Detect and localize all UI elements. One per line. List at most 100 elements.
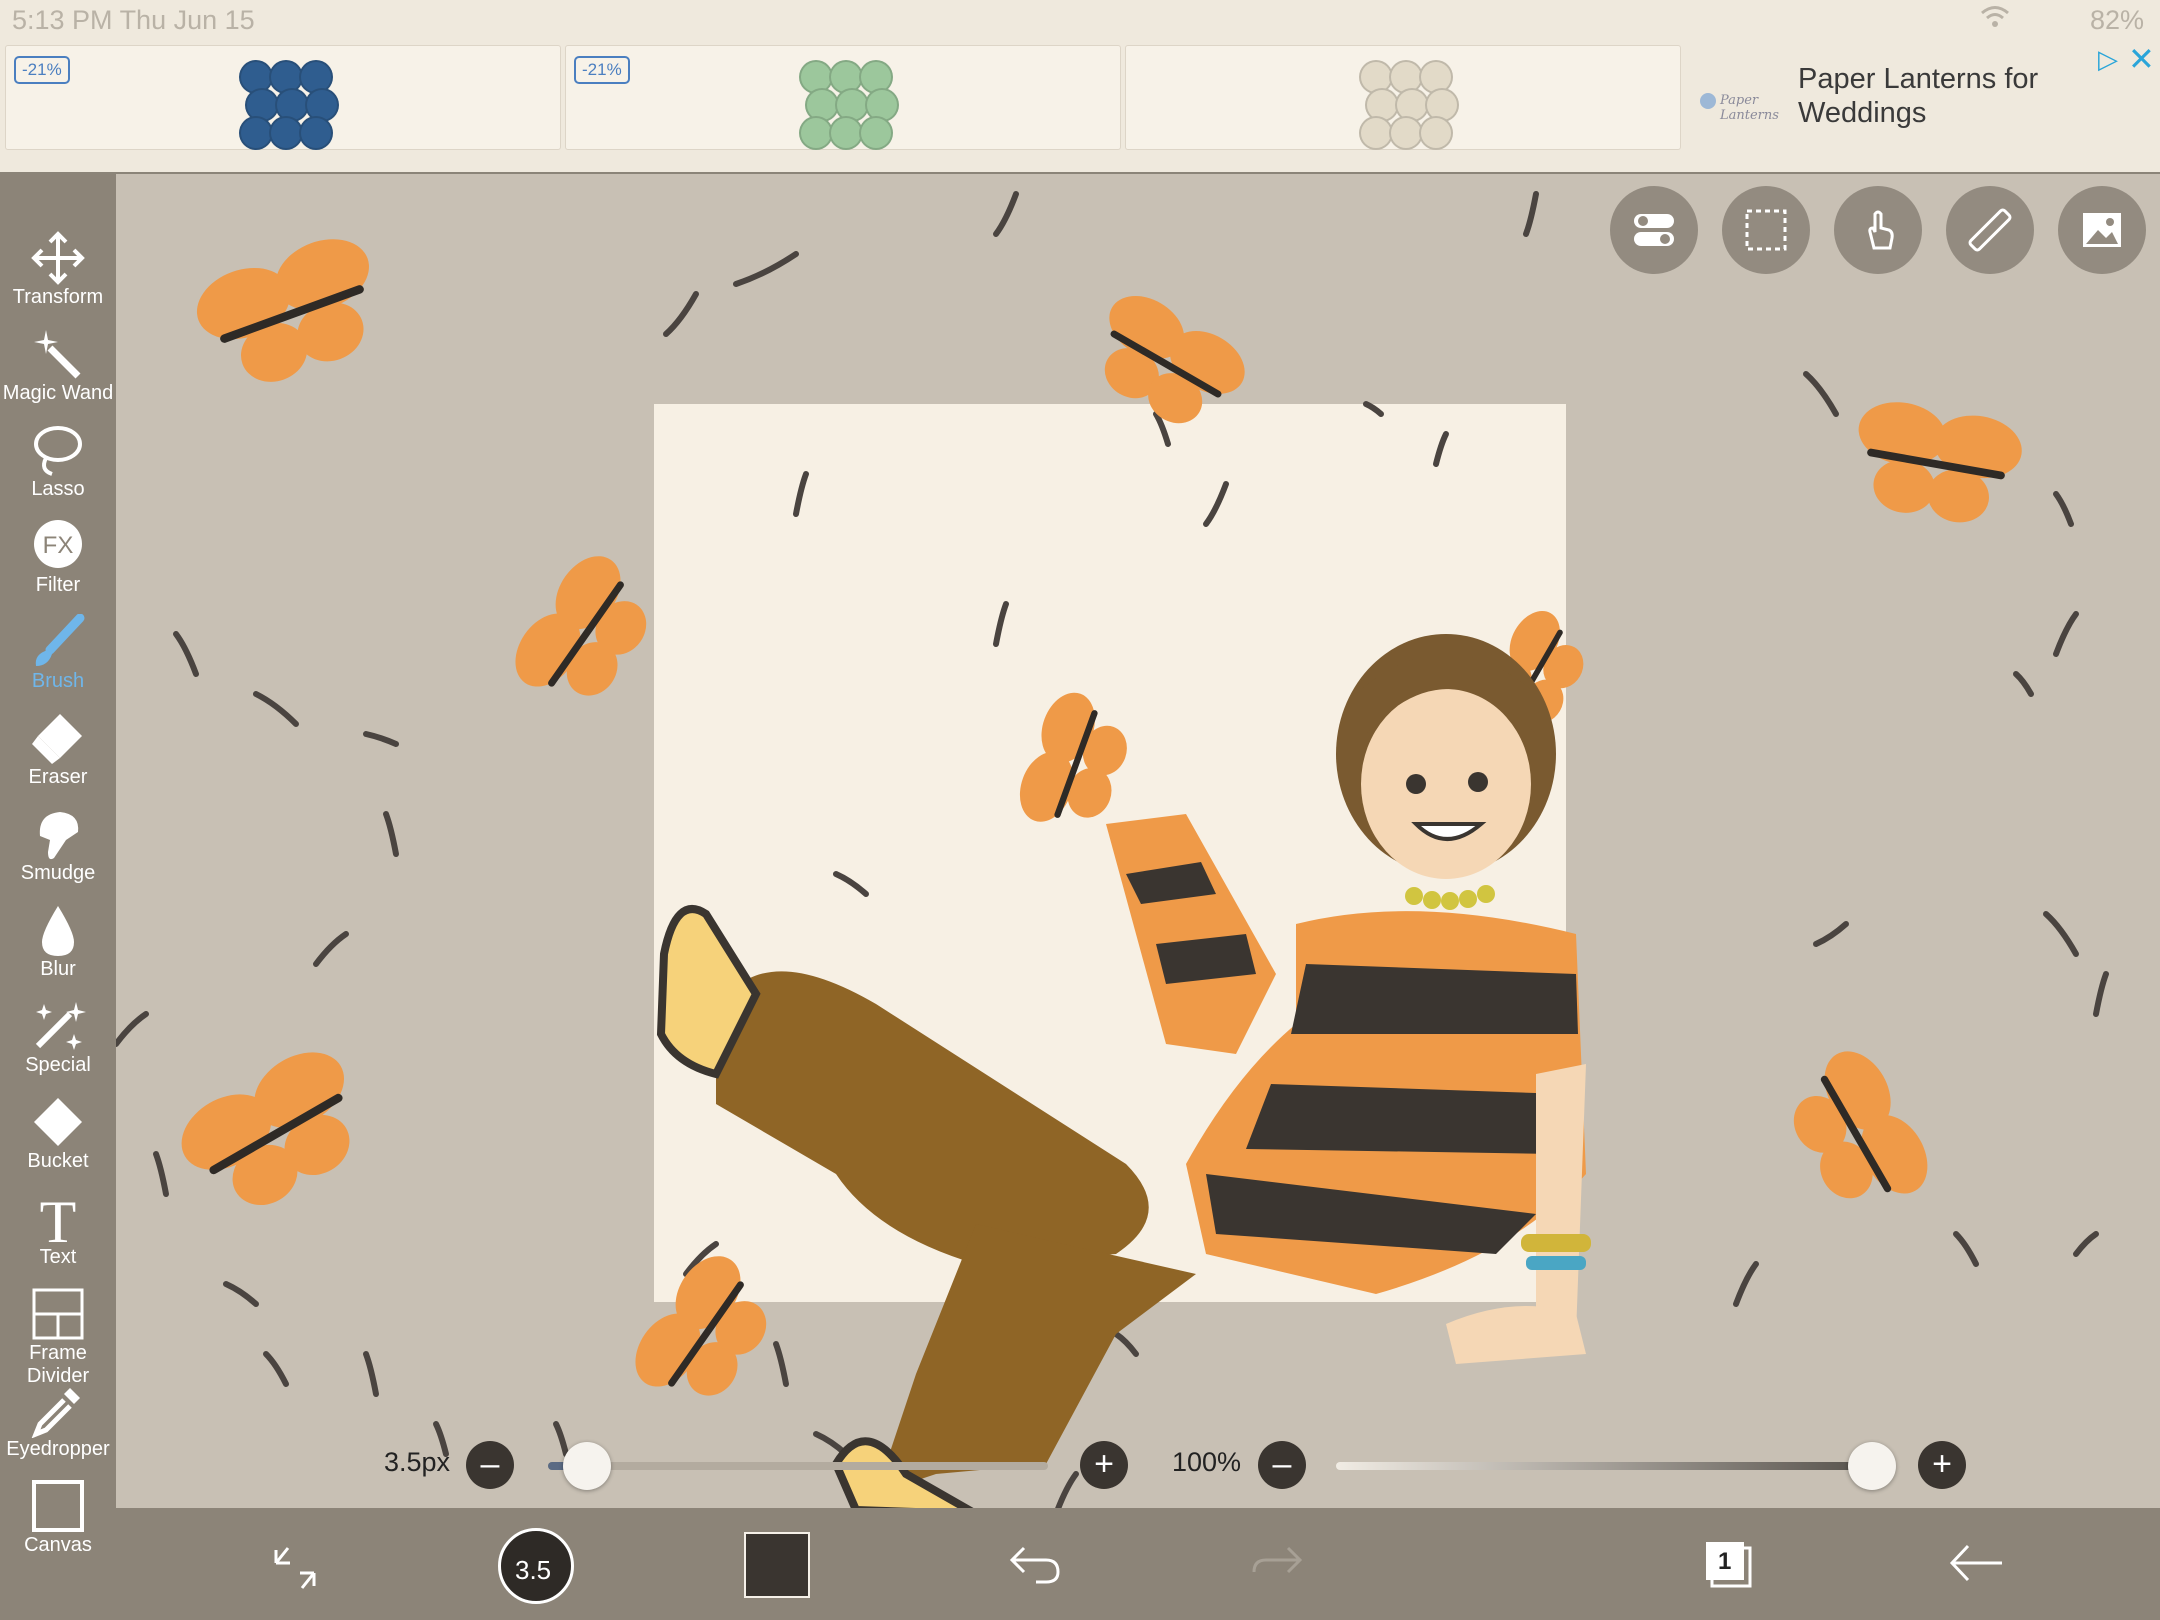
tool-label: Eraser bbox=[28, 766, 88, 788]
back-button[interactable] bbox=[1946, 1538, 2006, 1593]
opacity-decrease-button[interactable]: – bbox=[1258, 1441, 1306, 1489]
redo-icon bbox=[1252, 1546, 1303, 1574]
touch-gesture-button[interactable] bbox=[1834, 186, 1922, 274]
ad-product-tile[interactable] bbox=[1125, 45, 1681, 150]
fit-view-button[interactable] bbox=[266, 1538, 326, 1603]
tool-label: Brush bbox=[31, 670, 85, 692]
ad-product-tile[interactable]: -21% bbox=[5, 45, 561, 150]
redo-button[interactable] bbox=[1246, 1540, 1306, 1595]
tool-label: Canvas bbox=[24, 1534, 92, 1556]
tool-text[interactable]: T Text bbox=[0, 1190, 116, 1286]
discount-badge: -21% bbox=[574, 56, 630, 84]
tool-label: Special bbox=[25, 1054, 91, 1076]
lantern-icon bbox=[1389, 116, 1423, 150]
petal-stroke bbox=[363, 1351, 379, 1397]
tool-label: Blur bbox=[40, 958, 76, 980]
undo-button[interactable] bbox=[1006, 1540, 1066, 1595]
petal-stroke bbox=[733, 251, 799, 287]
svg-text:T: T bbox=[40, 1190, 77, 1246]
tool-label: Transform bbox=[12, 286, 104, 308]
ruler-icon bbox=[1968, 208, 2012, 252]
tool-magic-wand[interactable]: Magic Wand bbox=[0, 326, 116, 422]
magic-wand-icon bbox=[34, 330, 81, 379]
petal-stroke bbox=[223, 1281, 259, 1307]
lantern-icon bbox=[269, 116, 303, 150]
petal-stroke bbox=[2073, 1231, 2099, 1257]
opacity-handle[interactable] bbox=[1848, 1442, 1896, 1490]
selection-button[interactable] bbox=[1722, 186, 1810, 274]
petal-stroke bbox=[2013, 671, 2034, 697]
tool-blur[interactable]: Blur bbox=[0, 902, 116, 998]
drawing-workspace[interactable] bbox=[116, 174, 2160, 1510]
lantern-icon bbox=[299, 116, 333, 150]
close-icon[interactable]: ✕ bbox=[2128, 40, 2155, 78]
petal-stroke bbox=[173, 631, 199, 677]
tool-bucket[interactable]: Bucket bbox=[0, 1094, 116, 1190]
tool-frame-divider[interactable]: Frame Divider bbox=[0, 1286, 116, 1387]
ruler-button[interactable] bbox=[1946, 186, 2034, 274]
petal-stroke bbox=[2053, 611, 2079, 657]
brush-size-increase-button[interactable]: + bbox=[1080, 1441, 1128, 1489]
petal-stroke bbox=[253, 691, 299, 727]
butterfly bbox=[181, 1052, 350, 1206]
tool-lasso[interactable]: Lasso bbox=[0, 422, 116, 518]
layers-icon bbox=[1706, 1542, 1752, 1588]
petal-stroke bbox=[313, 931, 349, 967]
lantern-icon bbox=[1419, 116, 1453, 150]
tool-smudge[interactable]: Smudge bbox=[0, 806, 116, 902]
brush-size-handle[interactable] bbox=[563, 1442, 611, 1490]
petal-stroke bbox=[1953, 1231, 1979, 1267]
ad-headline[interactable]: Paper Lanterns for Weddings bbox=[1798, 62, 2058, 130]
status-bar: 5:13 PM Thu Jun 15 82% bbox=[0, 0, 2160, 40]
selection-icon bbox=[1745, 209, 1787, 251]
tool-brush[interactable]: Brush bbox=[0, 614, 116, 710]
tool-label: Magic Wand bbox=[2, 382, 114, 404]
brush-icon bbox=[35, 614, 85, 666]
artwork-canvas[interactable] bbox=[116, 174, 2160, 1510]
petal-stroke bbox=[2093, 971, 2109, 1017]
color-swatch-button[interactable] bbox=[744, 1532, 810, 1598]
opacity-slider[interactable] bbox=[1336, 1462, 1876, 1470]
brush-size-badge: 3.5 bbox=[515, 1555, 552, 1585]
ad-banner[interactable]: -21% -21% Paper Lanterns Paper Lanterns … bbox=[0, 40, 2160, 174]
tool-special[interactable]: Special bbox=[0, 998, 116, 1094]
bucket-icon bbox=[34, 1098, 82, 1146]
ad-choices-icon[interactable]: ▷ bbox=[2098, 44, 2118, 75]
ad-brand-logo: Paper Lanterns bbox=[1698, 86, 1788, 123]
petal-stroke bbox=[1813, 921, 1849, 947]
brush-size-slider[interactable] bbox=[548, 1462, 1048, 1470]
image-button[interactable] bbox=[2058, 186, 2146, 274]
smudge-icon bbox=[39, 812, 79, 860]
butterfly bbox=[196, 239, 369, 382]
ad-product-tile[interactable]: -21% bbox=[565, 45, 1121, 150]
brush-size-button[interactable]: 3.5 bbox=[498, 1528, 574, 1604]
petal-stroke bbox=[773, 1341, 789, 1387]
fit-view-icon bbox=[274, 1547, 316, 1589]
lantern-icon bbox=[239, 116, 273, 150]
layer-count: 1 bbox=[1718, 1548, 1732, 1575]
tool-filter[interactable]: FX Filter bbox=[0, 518, 116, 614]
brush-controls: 3.5px – + 100% – + bbox=[0, 1430, 2160, 1500]
layers-button[interactable]: 1 bbox=[1702, 1536, 1762, 1597]
petal-stroke bbox=[1803, 371, 1839, 417]
petal-stroke bbox=[363, 731, 399, 747]
opacity-increase-button[interactable]: + bbox=[1918, 1441, 1966, 1489]
tool-eraser[interactable]: Eraser bbox=[0, 710, 116, 806]
lantern-product-image bbox=[791, 56, 901, 150]
battery-level: 82% bbox=[2089, 5, 2144, 35]
brush-size-decrease-button[interactable]: – bbox=[466, 1441, 514, 1489]
lantern-icon bbox=[799, 116, 833, 150]
petal-stroke bbox=[153, 1151, 169, 1197]
petal-stroke bbox=[663, 291, 699, 337]
petal-stroke bbox=[383, 811, 399, 857]
move-arrows-icon bbox=[31, 231, 85, 285]
lantern-product-image bbox=[231, 56, 341, 150]
butterfly bbox=[515, 556, 647, 696]
tool-transform[interactable]: Transform bbox=[0, 230, 116, 326]
toggle-settings-button[interactable] bbox=[1610, 186, 1698, 274]
petal-stroke bbox=[1113, 1331, 1139, 1357]
sparkle-icon bbox=[35, 1002, 86, 1050]
petal-stroke bbox=[263, 1351, 289, 1387]
lantern-icon bbox=[859, 116, 893, 150]
text-icon: T bbox=[40, 1190, 77, 1246]
